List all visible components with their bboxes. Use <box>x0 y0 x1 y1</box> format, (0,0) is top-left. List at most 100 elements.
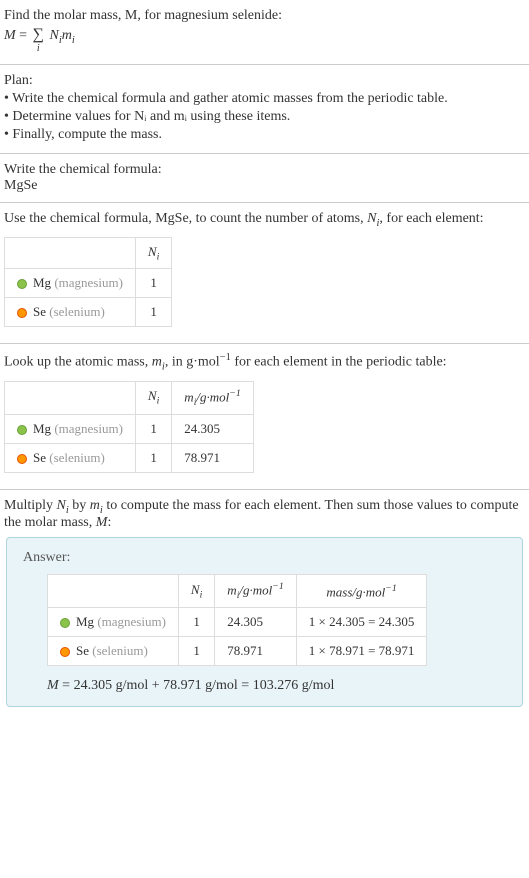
mult-a: Multiply <box>4 498 57 513</box>
element-symbol: Se <box>33 450 46 465</box>
mult-var1: N <box>57 498 66 513</box>
answer-content: Ni mi/g·mol−1 mass/g·mol−1 Mg (magnesium… <box>23 574 506 694</box>
table-row: Mg (magnesium) 1 <box>5 269 172 298</box>
plan-title: Plan: <box>4 73 525 89</box>
element-name: (selenium) <box>49 304 105 319</box>
m-cell: 24.305 <box>215 608 296 637</box>
mass-cell: 1 × 78.971 = 78.971 <box>296 637 427 666</box>
formula-n: N <box>49 28 58 43</box>
col-m: mi/g·mol−1 <box>172 381 253 414</box>
element-bullet-icon <box>17 425 27 435</box>
equals-sign: = <box>19 28 30 43</box>
col-element <box>5 237 136 269</box>
table-row: Se (selenium) 1 78.971 1 × 78.971 = 78.9… <box>48 637 427 666</box>
element-bullet-icon <box>60 647 70 657</box>
n-cell: 1 <box>135 443 171 472</box>
lookup-intro-sup: −1 <box>220 352 231 363</box>
formula-step-section: Write the chemical formula: MgSe <box>0 154 529 203</box>
table-header-row: Ni <box>5 237 172 269</box>
table-row: Mg (magnesium) 1 24.305 <box>5 414 254 443</box>
chemical-formula: MgSe <box>4 178 525 194</box>
molar-mass-formula: M = ∑i Nimi <box>4 26 525 46</box>
n-cell: 1 <box>135 269 171 298</box>
table-header-row: Ni mi/g·mol−1 <box>5 381 254 414</box>
element-name: (selenium) <box>49 450 105 465</box>
col-mass: mass/g·mol−1 <box>296 575 427 608</box>
element-cell: Mg (magnesium) <box>5 269 136 298</box>
multiply-intro: Multiply Ni by mi to compute the mass fo… <box>4 498 525 532</box>
element-symbol: Se <box>33 304 46 319</box>
mult-var3: M <box>96 515 108 530</box>
element-bullet-icon <box>17 454 27 464</box>
answer-table: Ni mi/g·mol−1 mass/g·mol−1 Mg (magnesium… <box>47 574 427 666</box>
col-element <box>5 381 136 414</box>
sum-index: i <box>37 43 40 54</box>
lookup-intro-b: , in g·mol <box>165 355 220 370</box>
answer-box: Answer: Ni mi/g·mol−1 mass/g·mol−1 Mg (m… <box>6 537 523 707</box>
table-row: Se (selenium) 1 78.971 <box>5 443 254 472</box>
result-expr: = 24.305 g/mol + 78.971 g/mol = 103.276 … <box>59 678 335 693</box>
element-bullet-icon <box>60 618 70 628</box>
lookup-intro-a: Look up the atomic mass, <box>4 355 152 370</box>
element-name: (magnesium) <box>97 614 166 629</box>
element-cell: Se (selenium) <box>5 298 136 327</box>
plan-item: • Write the chemical formula and gather … <box>4 91 525 107</box>
m-cell: 78.971 <box>215 637 296 666</box>
n-cell: 1 <box>135 414 171 443</box>
lookup-step-section: Look up the atomic mass, mi, in g·mol−1 … <box>0 344 529 489</box>
table-row: Se (selenium) 1 <box>5 298 172 327</box>
lookup-table: Ni mi/g·mol−1 Mg (magnesium) 1 24.305 Se… <box>4 381 254 473</box>
answer-label: Answer: <box>23 550 506 566</box>
table-header-row: Ni mi/g·mol−1 mass/g·mol−1 <box>48 575 427 608</box>
mass-cell: 1 × 24.305 = 24.305 <box>296 608 427 637</box>
element-symbol: Mg <box>76 614 94 629</box>
count-intro-a: Use the chemical formula, MgSe, to count… <box>4 211 367 226</box>
formula-step-title: Write the chemical formula: <box>4 162 525 178</box>
element-bullet-icon <box>17 308 27 318</box>
multiply-step-section: Multiply Ni by mi to compute the mass fo… <box>0 490 529 722</box>
element-cell: Mg (magnesium) <box>48 608 179 637</box>
mult-d: : <box>107 515 111 530</box>
result-var: M <box>47 678 59 693</box>
plan-item: • Determine values for Nᵢ and mᵢ using t… <box>4 109 525 125</box>
col-m: mi/g·mol−1 <box>215 575 296 608</box>
lookup-intro: Look up the atomic mass, mi, in g·mol−1 … <box>4 352 525 372</box>
element-symbol: Mg <box>33 421 51 436</box>
header-section: Find the molar mass, M, for magnesium se… <box>0 0 529 65</box>
lookup-var: m <box>152 355 162 370</box>
lookup-intro-c: for each element in the periodic table: <box>231 355 447 370</box>
formula-lhs: M <box>4 28 16 43</box>
formula-m: m <box>62 28 72 43</box>
n-cell: 1 <box>135 298 171 327</box>
col-n: Ni <box>135 381 171 414</box>
formula-m-sub: i <box>72 35 75 46</box>
m-cell: 24.305 <box>172 414 253 443</box>
mult-b: by <box>69 498 90 513</box>
col-element <box>48 575 179 608</box>
prompt-text: Find the molar mass, M, for magnesium se… <box>4 8 525 24</box>
n-cell: 1 <box>178 608 214 637</box>
col-n: Ni <box>178 575 214 608</box>
final-result: M = 24.305 g/mol + 78.971 g/mol = 103.27… <box>47 678 506 694</box>
col-n: Ni <box>135 237 171 269</box>
plan-item: • Finally, compute the mass. <box>4 127 525 143</box>
element-symbol: Mg <box>33 275 51 290</box>
sum-symbol: ∑i <box>33 26 44 44</box>
count-table: Ni Mg (magnesium) 1 Se (selenium) 1 <box>4 237 172 328</box>
count-step-section: Use the chemical formula, MgSe, to count… <box>0 203 529 344</box>
table-row: Mg (magnesium) 1 24.305 1 × 24.305 = 24.… <box>48 608 427 637</box>
element-cell: Se (selenium) <box>5 443 136 472</box>
n-cell: 1 <box>178 637 214 666</box>
element-name: (magnesium) <box>54 421 123 436</box>
element-name: (magnesium) <box>54 275 123 290</box>
mult-var2: m <box>90 498 100 513</box>
m-cell: 78.971 <box>172 443 253 472</box>
element-name: (selenium) <box>92 643 148 658</box>
element-cell: Mg (magnesium) <box>5 414 136 443</box>
element-symbol: Se <box>76 643 89 658</box>
element-cell: Se (selenium) <box>48 637 179 666</box>
element-bullet-icon <box>17 279 27 289</box>
count-intro: Use the chemical formula, MgSe, to count… <box>4 211 525 229</box>
count-intro-b: , for each element: <box>379 211 483 226</box>
plan-section: Plan: • Write the chemical formula and g… <box>0 65 529 154</box>
